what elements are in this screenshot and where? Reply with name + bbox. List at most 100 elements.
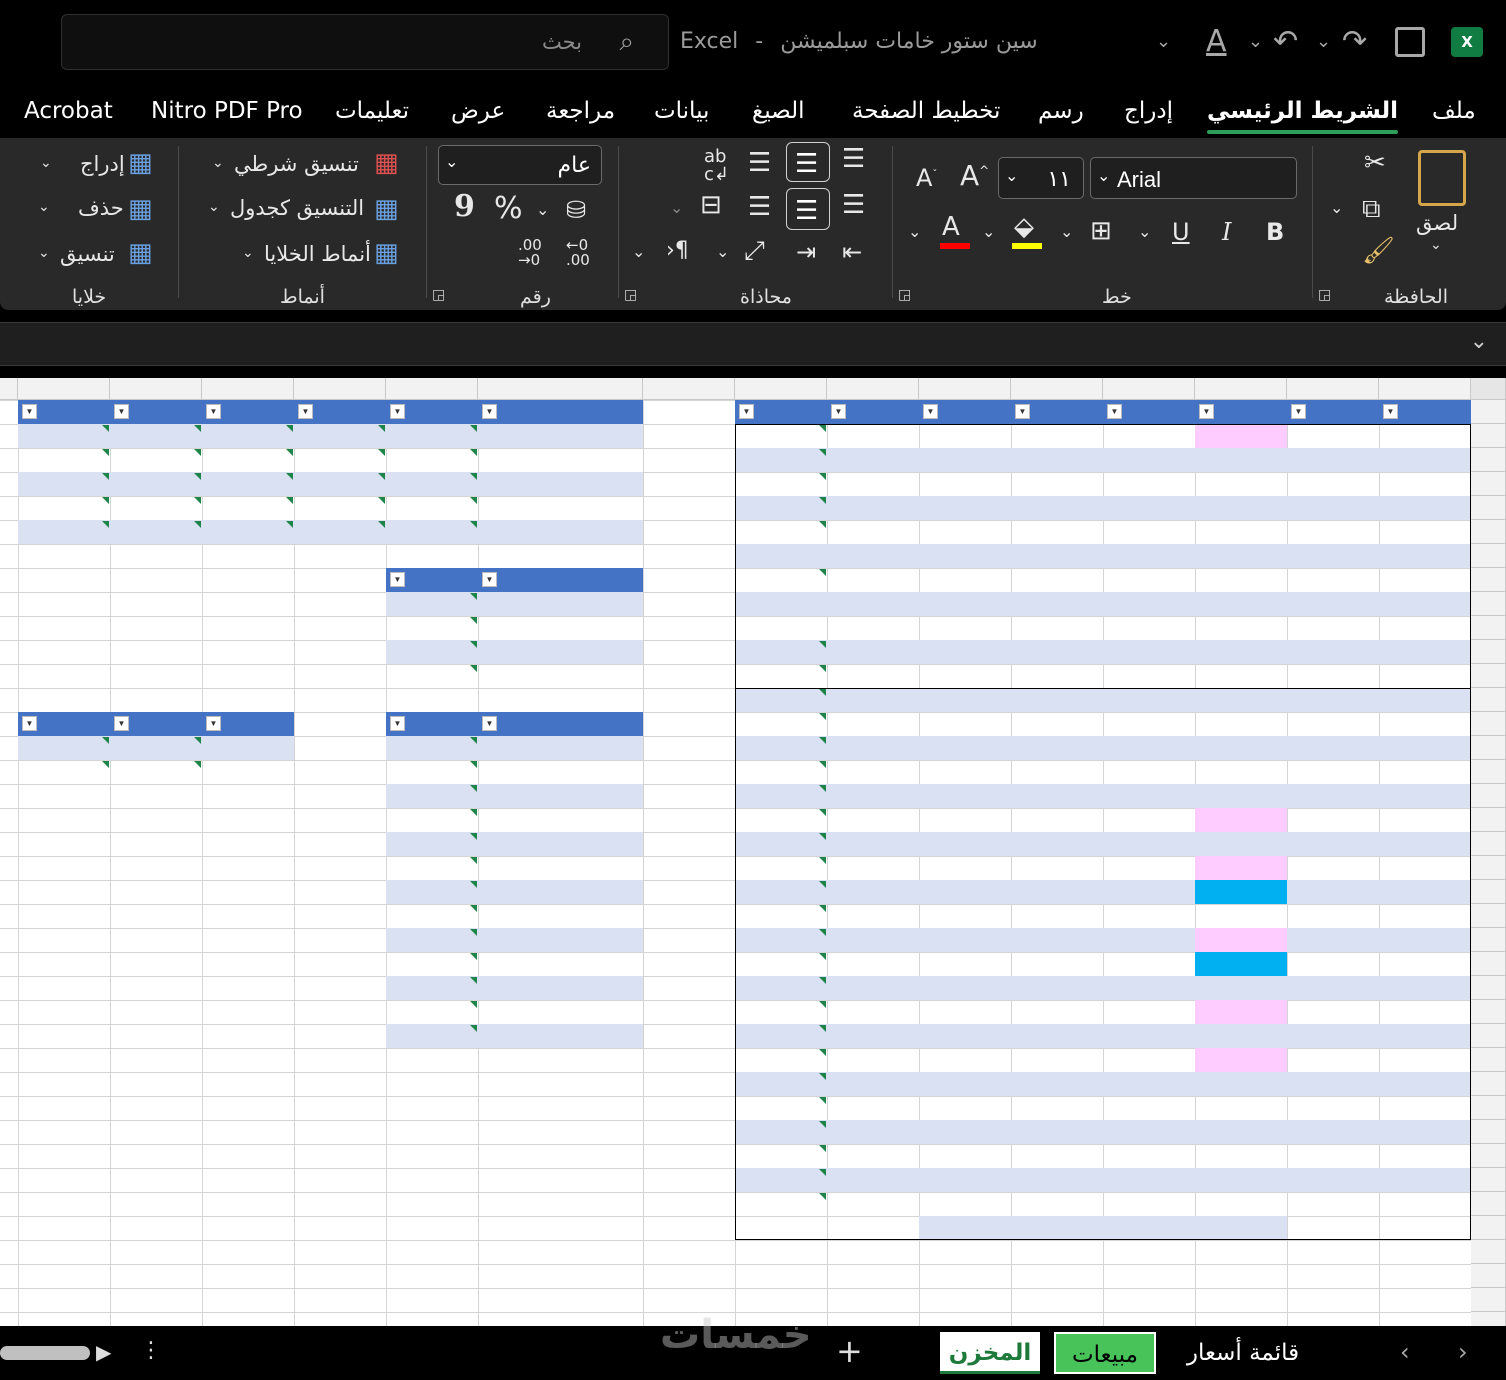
decrease-indent-icon[interactable]: ⇤ bbox=[842, 240, 862, 264]
text-direction-icon[interactable]: ›¶ bbox=[666, 240, 689, 262]
table-cell[interactable] bbox=[735, 1096, 827, 1120]
table-cell[interactable] bbox=[478, 808, 643, 832]
table-cell[interactable] bbox=[827, 664, 919, 688]
column-header[interactable] bbox=[735, 378, 827, 400]
chevron-down-icon[interactable]: ⌄ bbox=[208, 200, 220, 214]
table-cell[interactable] bbox=[478, 1000, 643, 1024]
filter-dropdown-button[interactable]: ▼ bbox=[390, 572, 405, 587]
table-cell[interactable] bbox=[386, 784, 478, 808]
table-cell[interactable] bbox=[18, 472, 110, 496]
table-cell[interactable] bbox=[1103, 1048, 1195, 1072]
align-bottom-icon[interactable]: ☰ bbox=[748, 150, 771, 176]
row-header[interactable] bbox=[1471, 664, 1506, 688]
table-cell[interactable] bbox=[827, 688, 919, 712]
table-cell[interactable] bbox=[110, 496, 202, 520]
table-cell[interactable] bbox=[1379, 832, 1471, 856]
chevron-left-icon[interactable]: ‹ bbox=[1400, 1338, 1410, 1366]
table-cell[interactable] bbox=[1011, 520, 1103, 544]
accounting-format-icon[interactable]: ⛁ bbox=[566, 198, 586, 222]
table-cell[interactable] bbox=[1287, 1192, 1379, 1216]
row-header[interactable] bbox=[1471, 1096, 1506, 1120]
chevron-down-icon[interactable]: ⌄ bbox=[536, 202, 549, 218]
table-cell[interactable] bbox=[1011, 1192, 1103, 1216]
chevron-down-icon[interactable]: ⌄ bbox=[982, 224, 995, 240]
row-header[interactable] bbox=[1471, 544, 1506, 568]
table-cell[interactable] bbox=[1379, 688, 1471, 712]
table-cell[interactable] bbox=[478, 832, 643, 856]
format-as-table-button[interactable]: التنسيق كجدول bbox=[230, 198, 364, 219]
table-cell[interactable] bbox=[18, 496, 110, 520]
table-cell[interactable] bbox=[1195, 640, 1287, 664]
table-cell[interactable] bbox=[1287, 568, 1379, 592]
table-cell[interactable] bbox=[1011, 976, 1103, 1000]
copy-icon[interactable]: ⧉ bbox=[1362, 196, 1381, 222]
filter-dropdown-button[interactable]: ▼ bbox=[22, 404, 37, 419]
table-cell[interactable] bbox=[735, 664, 827, 688]
table-cell[interactable] bbox=[1287, 1096, 1379, 1120]
table-cell[interactable] bbox=[1379, 568, 1471, 592]
table-cell[interactable] bbox=[1287, 640, 1379, 664]
table-cell[interactable] bbox=[478, 856, 643, 880]
table-cell[interactable] bbox=[1379, 712, 1471, 736]
filter-dropdown-button[interactable]: ▼ bbox=[1107, 404, 1122, 419]
table-cell[interactable] bbox=[1379, 760, 1471, 784]
table-cell[interactable] bbox=[1379, 1000, 1471, 1024]
table-cell[interactable] bbox=[919, 1024, 1011, 1048]
table-cell[interactable] bbox=[1011, 424, 1103, 448]
tab-page-layout[interactable]: تخطيط الصفحة bbox=[852, 98, 1000, 124]
filter-dropdown-button[interactable]: ▼ bbox=[390, 404, 405, 419]
table-cell[interactable] bbox=[1195, 616, 1287, 640]
chevron-down-icon[interactable]: ⌄ bbox=[1060, 224, 1073, 240]
table-cell[interactable] bbox=[735, 496, 827, 520]
tab-help[interactable]: تعليمات bbox=[335, 98, 409, 124]
table-cell[interactable] bbox=[919, 424, 1011, 448]
table-cell[interactable] bbox=[478, 520, 643, 544]
row-header[interactable] bbox=[1471, 880, 1506, 904]
table-cell[interactable] bbox=[1011, 496, 1103, 520]
table-cell[interactable] bbox=[110, 424, 202, 448]
table-cell[interactable] bbox=[827, 1144, 919, 1168]
total-label[interactable] bbox=[919, 1216, 1287, 1240]
table-cell[interactable] bbox=[1195, 472, 1287, 496]
table-cell[interactable] bbox=[919, 1192, 1011, 1216]
delete-button[interactable]: حذف bbox=[78, 198, 124, 219]
table-cell[interactable] bbox=[1195, 928, 1287, 952]
table-cell[interactable] bbox=[1287, 1048, 1379, 1072]
table-cell[interactable] bbox=[1103, 568, 1195, 592]
align-middle-button[interactable]: ☰ bbox=[786, 142, 830, 182]
table-cell[interactable] bbox=[1379, 1072, 1471, 1096]
table-cell[interactable] bbox=[735, 880, 827, 904]
total-cell[interactable] bbox=[827, 1216, 919, 1240]
table-cell[interactable] bbox=[478, 640, 643, 664]
row-header[interactable] bbox=[1471, 856, 1506, 880]
table-cell[interactable] bbox=[386, 520, 478, 544]
table-cell[interactable] bbox=[827, 808, 919, 832]
table-cell[interactable] bbox=[1287, 496, 1379, 520]
table-cell[interactable] bbox=[1287, 664, 1379, 688]
table-cell[interactable] bbox=[827, 784, 919, 808]
align-right-icon[interactable]: ☰ bbox=[842, 192, 865, 218]
row-header[interactable] bbox=[1471, 1312, 1506, 1326]
table-cell[interactable] bbox=[1103, 736, 1195, 760]
table-cell[interactable] bbox=[386, 880, 478, 904]
table-cell[interactable] bbox=[386, 472, 478, 496]
table-cell[interactable] bbox=[919, 640, 1011, 664]
table-cell[interactable] bbox=[1103, 1072, 1195, 1096]
table-cell[interactable] bbox=[1379, 1096, 1471, 1120]
table-cell[interactable] bbox=[919, 712, 1011, 736]
table-cell[interactable] bbox=[735, 520, 827, 544]
table-cell[interactable] bbox=[1103, 688, 1195, 712]
chevron-down-icon[interactable]: ⌄ bbox=[908, 224, 921, 240]
table-cell[interactable] bbox=[1011, 1096, 1103, 1120]
table-cell[interactable] bbox=[1195, 952, 1287, 976]
table-cell[interactable] bbox=[735, 952, 827, 976]
table-cell[interactable] bbox=[1287, 712, 1379, 736]
table-cell[interactable] bbox=[735, 1144, 827, 1168]
table-cell[interactable] bbox=[735, 1192, 827, 1216]
dialog-launcher-icon[interactable]: ◲ bbox=[624, 287, 637, 303]
table-cell[interactable] bbox=[1287, 928, 1379, 952]
row-header[interactable] bbox=[1471, 1000, 1506, 1024]
chevron-down-icon[interactable]: ⌄ bbox=[716, 244, 729, 260]
table-cell[interactable] bbox=[1195, 688, 1287, 712]
table-cell[interactable] bbox=[1195, 424, 1287, 448]
